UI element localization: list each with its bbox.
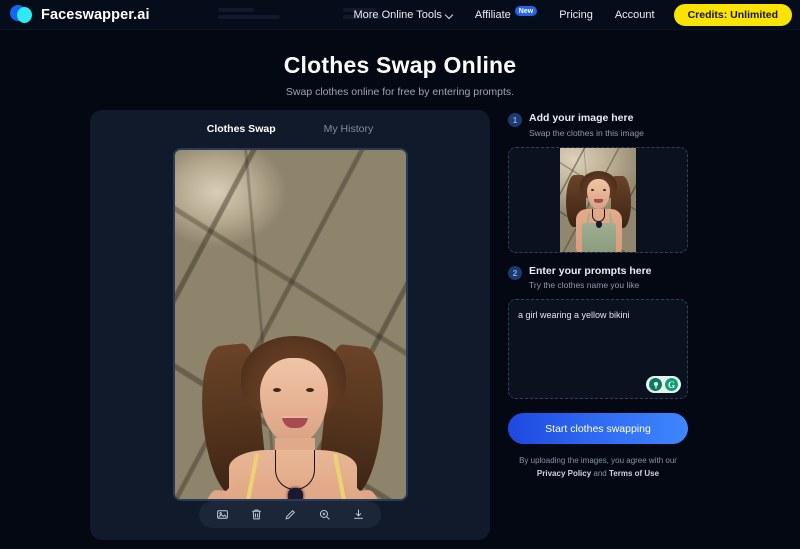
main-nav: More Online Tools Affiliate New Pricing … (342, 0, 792, 30)
brand-logo[interactable]: Faceswapper.ai (0, 4, 150, 25)
step-2-title: Enter your prompts here (529, 264, 652, 277)
brand-name: Faceswapper.ai (41, 6, 150, 23)
controls-panel: 1 Add your image here Swap the clothes i… (508, 112, 688, 480)
header-placeholder-left (218, 8, 280, 19)
step-2-number: 2 (508, 265, 522, 280)
nav-label: Affiliate (474, 9, 511, 21)
compare-image-icon[interactable] (205, 501, 239, 528)
grammarly-g-icon[interactable]: G (665, 378, 678, 392)
legal-middle: and (591, 468, 609, 478)
nav-item-account[interactable]: Account (604, 0, 666, 30)
step-1-number: 1 (508, 113, 522, 127)
lightbulb-icon[interactable] (649, 378, 662, 392)
zoom-in-icon[interactable] (307, 501, 341, 528)
panel-tabs: Clothes Swap My History (90, 110, 490, 135)
nav-label: Pricing (559, 9, 593, 21)
prompt-value: a girl wearing a yellow bikini (518, 310, 630, 321)
step-1-title: Add your image here (529, 112, 634, 124)
nav-item-more-online-tools[interactable]: More Online Tools (342, 0, 463, 30)
download-icon[interactable] (341, 501, 375, 528)
hero-section: Clothes Swap Online Swap clothes online … (0, 52, 800, 98)
uploaded-image-thumbnail (560, 147, 636, 252)
page-root: Faceswapper.ai More Online Tools Affilia… (0, 0, 800, 549)
result-image-frame[interactable] (173, 148, 408, 501)
page-subtitle: Swap clothes online for free by entering… (285, 86, 515, 98)
step-1-subtitle: Swap the clothes in this image (529, 127, 644, 138)
writing-assistant-chip[interactable]: G (646, 376, 681, 394)
tab-my-history[interactable]: My History (324, 123, 374, 135)
step-2-subtitle: Try the clothes name you like (529, 280, 640, 291)
privacy-policy-link[interactable]: Privacy Policy (537, 469, 591, 478)
terms-of-use-link[interactable]: Terms of Use (609, 469, 659, 478)
trash-icon[interactable] (239, 501, 273, 528)
new-badge: New (514, 6, 538, 16)
nav-item-pricing[interactable]: Pricing (548, 0, 604, 30)
step-1-header: 1 Add your image here Swap the clothes i… (508, 112, 688, 139)
top-header: Faceswapper.ai More Online Tools Affilia… (0, 0, 800, 30)
nav-label: Account (614, 9, 655, 21)
legal-prefix: By uploading the images, you agree with … (519, 456, 677, 466)
image-dropzone[interactable] (508, 146, 688, 253)
chevron-down-icon (446, 12, 453, 19)
prompt-input[interactable]: a girl wearing a yellow bikini G (508, 299, 688, 400)
workspace-panel: Clothes Swap My History (90, 110, 490, 540)
two-circles-logo-icon (10, 4, 34, 25)
page-title: Clothes Swap Online (283, 52, 517, 78)
tab-clothes-swap[interactable]: Clothes Swap (207, 123, 276, 135)
start-clothes-swapping-button[interactable]: Start clothes swapping (508, 413, 688, 445)
result-photo (175, 150, 406, 499)
step-2-header: 2 Enter your prompts here Try the clothe… (508, 265, 688, 292)
nav-label: More Online Tools (353, 9, 442, 21)
image-toolbar (199, 501, 381, 528)
pencil-icon[interactable] (273, 501, 307, 528)
credits-badge[interactable]: Credits: Unlimited (673, 4, 792, 26)
legal-disclaimer: By uploading the images, you agree with … (508, 455, 688, 480)
nav-item-affiliate[interactable]: Affiliate New (464, 0, 548, 30)
